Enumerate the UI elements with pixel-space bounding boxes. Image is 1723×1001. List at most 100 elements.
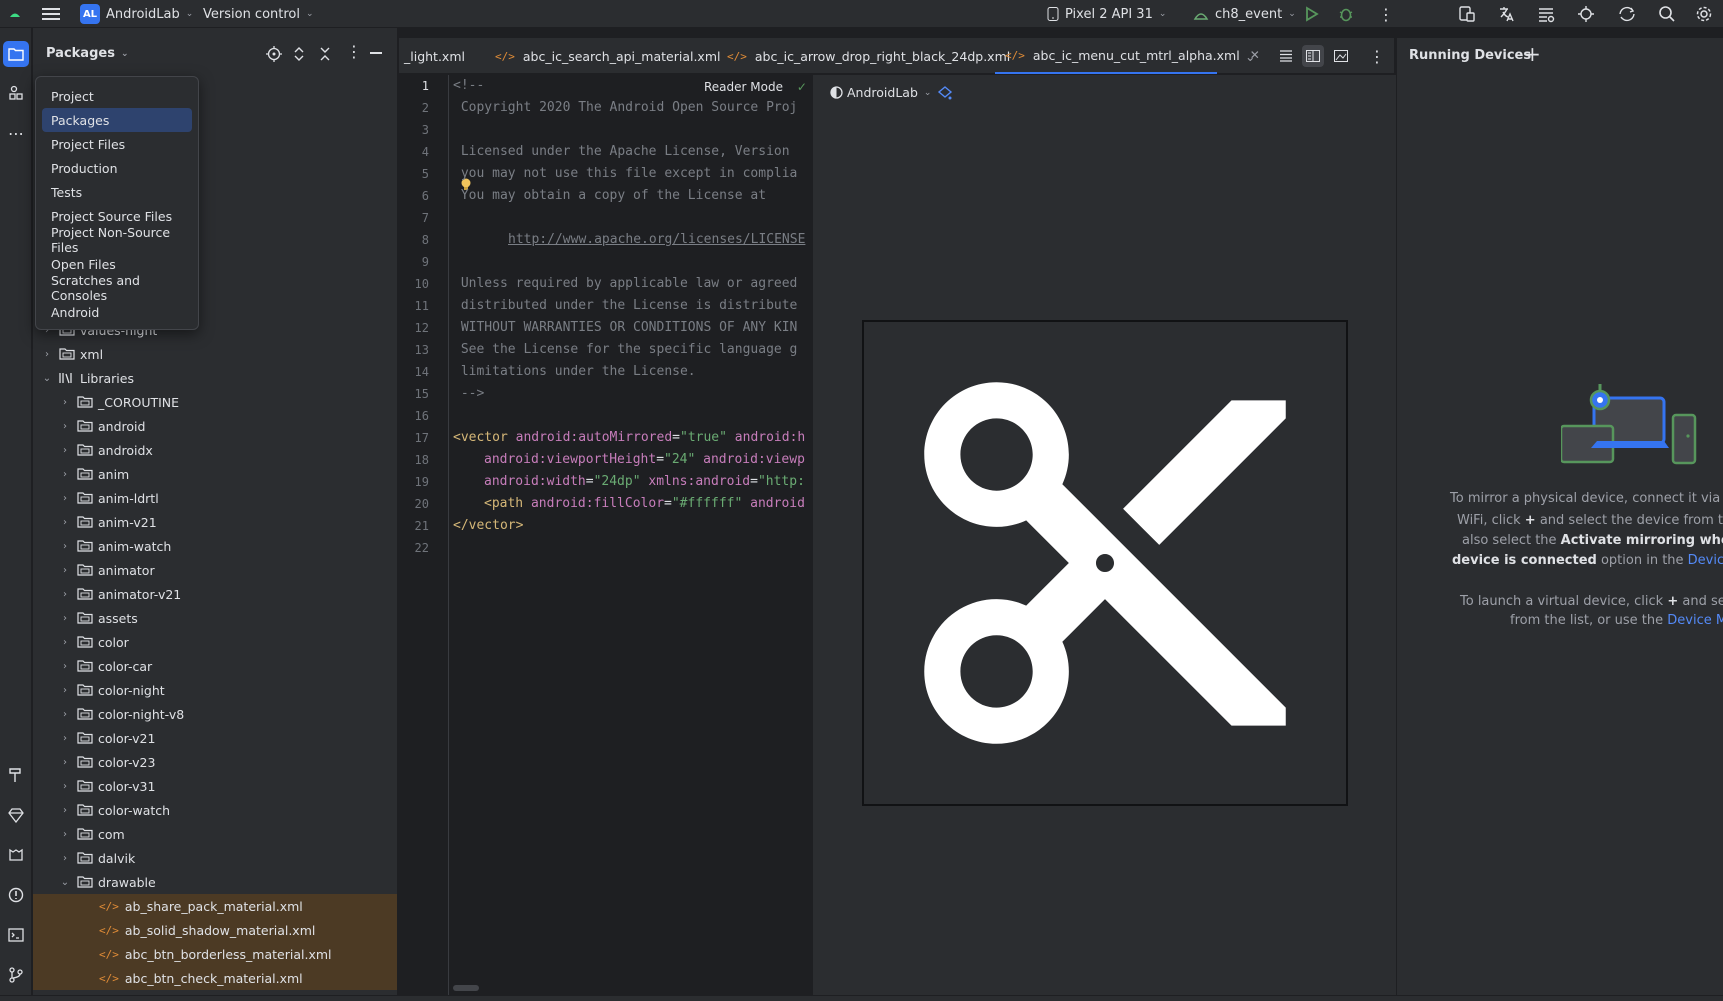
folder-row[interactable]: › assets bbox=[33, 606, 397, 630]
project-selector[interactable]: AL AndroidLab ⌄ bbox=[80, 0, 193, 28]
folder-row[interactable]: › color-car bbox=[33, 654, 397, 678]
collapse-all-icon[interactable] bbox=[318, 46, 332, 62]
tab-light-xml[interactable]: _light.xml bbox=[404, 38, 465, 74]
build-tool-button[interactable] bbox=[3, 762, 29, 788]
view-option-tests[interactable]: Tests bbox=[42, 180, 192, 204]
file-row[interactable]: </> ab_share_pack_material.xml bbox=[33, 894, 397, 918]
chevron-right-icon[interactable]: › bbox=[59, 637, 71, 648]
debug-button[interactable] bbox=[1338, 0, 1354, 28]
git-tool-button[interactable] bbox=[3, 962, 29, 988]
view-option-project[interactable]: Project bbox=[42, 84, 192, 108]
chevron-right-icon[interactable]: › bbox=[59, 589, 71, 600]
chevron-right-icon[interactable]: › bbox=[59, 421, 71, 432]
chevron-right-icon[interactable]: › bbox=[59, 685, 71, 696]
chevron-right-icon[interactable]: › bbox=[59, 469, 71, 480]
gem-tool-button[interactable] bbox=[3, 802, 29, 828]
folder-row[interactable]: › androidx bbox=[33, 438, 397, 462]
chevron-right-icon[interactable]: › bbox=[59, 541, 71, 552]
chevron-right-icon[interactable]: › bbox=[59, 661, 71, 672]
view-option-project-non-source-files[interactable]: Project Non-Source Files bbox=[42, 225, 192, 255]
structure-tool-button[interactable] bbox=[3, 80, 29, 106]
chevron-right-icon[interactable]: › bbox=[59, 733, 71, 744]
device-manager-icon[interactable] bbox=[1458, 0, 1476, 28]
add-device-icon[interactable]: + bbox=[1524, 42, 1541, 66]
chevron-right-icon[interactable]: › bbox=[59, 709, 71, 720]
options-icon[interactable]: ⋮ bbox=[346, 42, 362, 61]
logcat-tool-button[interactable] bbox=[3, 842, 29, 868]
chevron-down-icon[interactable]: ⌄ bbox=[41, 373, 53, 384]
folder-row[interactable]: › com bbox=[33, 822, 397, 846]
folder-row[interactable]: › anim-ldrtl bbox=[33, 486, 397, 510]
theme-selector[interactable]: AndroidLab ⌄ bbox=[830, 85, 931, 100]
device-selector[interactable]: Pixel 2 API 31 ⌄ bbox=[1047, 0, 1166, 28]
translate-icon[interactable] bbox=[1497, 0, 1515, 28]
vcs-menu[interactable]: Version control ⌄ bbox=[203, 0, 314, 28]
folder-row[interactable]: › color-v21 bbox=[33, 726, 397, 750]
expand-all-icon[interactable] bbox=[292, 46, 306, 62]
folder-row[interactable]: › color-night bbox=[33, 678, 397, 702]
editor-options-icon[interactable]: ⋮ bbox=[1369, 38, 1385, 74]
folder-row[interactable]: › animator bbox=[33, 558, 397, 582]
more-actions-icon[interactable]: ⋮ bbox=[1378, 0, 1394, 28]
folder-row[interactable]: › dalvik bbox=[33, 846, 397, 870]
split-view-icon[interactable] bbox=[1302, 38, 1324, 74]
hide-panel-icon[interactable] bbox=[370, 52, 382, 54]
file-row[interactable]: </> abc_btn_borderless_material.xml bbox=[33, 942, 397, 966]
lint-icon[interactable] bbox=[1537, 0, 1555, 28]
layers-icon[interactable] bbox=[937, 85, 953, 101]
terminal-tool-button[interactable] bbox=[3, 922, 29, 948]
chevron-right-icon[interactable]: › bbox=[59, 853, 71, 864]
folder-row[interactable]: › color-watch bbox=[33, 798, 397, 822]
view-option-packages[interactable]: Packages bbox=[42, 108, 192, 132]
chevron-right-icon[interactable]: › bbox=[59, 517, 71, 528]
folder-row[interactable]: › color-night-v8 bbox=[33, 702, 397, 726]
folder-row[interactable]: › xml bbox=[33, 342, 397, 366]
project-tool-button[interactable] bbox=[3, 41, 29, 67]
chevron-right-icon[interactable]: › bbox=[59, 565, 71, 576]
folder-row[interactable]: › _COROUTINE bbox=[33, 390, 397, 414]
tab-arrow-drop-right[interactable]: </> abc_ic_arrow_drop_right_black_24dp.x… bbox=[727, 38, 1010, 74]
search-icon[interactable] bbox=[1658, 0, 1676, 28]
problems-tool-button[interactable] bbox=[3, 882, 29, 908]
design-view-icon[interactable] bbox=[1334, 38, 1348, 74]
main-menu-button[interactable] bbox=[42, 0, 60, 28]
sync-icon[interactable] bbox=[1617, 0, 1637, 28]
tab-menu-cut-mtrl-alpha[interactable]: </> abc_ic_menu_cut_mtrl_alpha.xml ✕ bbox=[995, 38, 1260, 74]
chevron-right-icon[interactable]: › bbox=[59, 829, 71, 840]
gear-bug-icon[interactable] bbox=[1577, 0, 1595, 28]
file-row[interactable]: </> abc_btn_check_material.xml bbox=[33, 966, 397, 990]
folder-row[interactable]: › animator-v21 bbox=[33, 582, 397, 606]
locate-icon[interactable] bbox=[266, 46, 282, 62]
chevron-right-icon[interactable]: › bbox=[59, 397, 71, 408]
folder-row[interactable]: › anim-v21 bbox=[33, 510, 397, 534]
horizontal-scrollbar[interactable] bbox=[453, 985, 479, 991]
code-view-icon[interactable] bbox=[1279, 38, 1293, 74]
folder-row[interactable]: ⌄ drawable bbox=[33, 870, 397, 894]
device-manager-link[interactable]: Device Manager bbox=[1667, 613, 1723, 628]
view-option-production[interactable]: Production bbox=[42, 156, 192, 180]
chevron-right-icon[interactable]: › bbox=[59, 613, 71, 624]
settings-gear-icon[interactable] bbox=[1695, 0, 1713, 28]
folder-row[interactable]: › anim-watch bbox=[33, 534, 397, 558]
folder-row[interactable]: › color-v31 bbox=[33, 774, 397, 798]
chevron-right-icon[interactable]: › bbox=[59, 781, 71, 792]
view-option-android[interactable]: Android bbox=[42, 300, 192, 324]
tab-search-api-material[interactable]: </> abc_ic_search_api_material.xml bbox=[495, 38, 720, 74]
view-option-scratches-and-consoles[interactable]: Scratches and Consoles bbox=[42, 273, 192, 303]
chevron-right-icon[interactable]: › bbox=[59, 493, 71, 504]
chevron-right-icon[interactable]: › bbox=[59, 445, 71, 456]
reader-mode-toggle[interactable]: Reader Mode ✓ bbox=[700, 80, 811, 100]
license-link[interactable]: http://www.apache.org/licenses/LICENSE bbox=[508, 232, 805, 247]
folder-row[interactable]: › anim bbox=[33, 462, 397, 486]
chevron-right-icon[interactable]: › bbox=[41, 349, 53, 360]
more-tools-icon[interactable]: ⋯ bbox=[3, 120, 29, 146]
folder-row[interactable]: › color-v23 bbox=[33, 750, 397, 774]
view-option-project-files[interactable]: Project Files bbox=[42, 132, 192, 156]
tab-list-icon[interactable]: ⌄ bbox=[1245, 38, 1255, 74]
folder-row[interactable]: ⌄ Libraries bbox=[33, 366, 397, 390]
code-editor[interactable]: <!-- Copyright 2020 The Android Open Sou… bbox=[450, 75, 812, 995]
chevron-right-icon[interactable]: › bbox=[59, 805, 71, 816]
folder-row[interactable]: › color bbox=[33, 630, 397, 654]
device-mirroring-link[interactable]: Device Mirroring bbox=[1688, 553, 1723, 568]
view-selector[interactable]: Packages ⌄ bbox=[46, 46, 128, 61]
